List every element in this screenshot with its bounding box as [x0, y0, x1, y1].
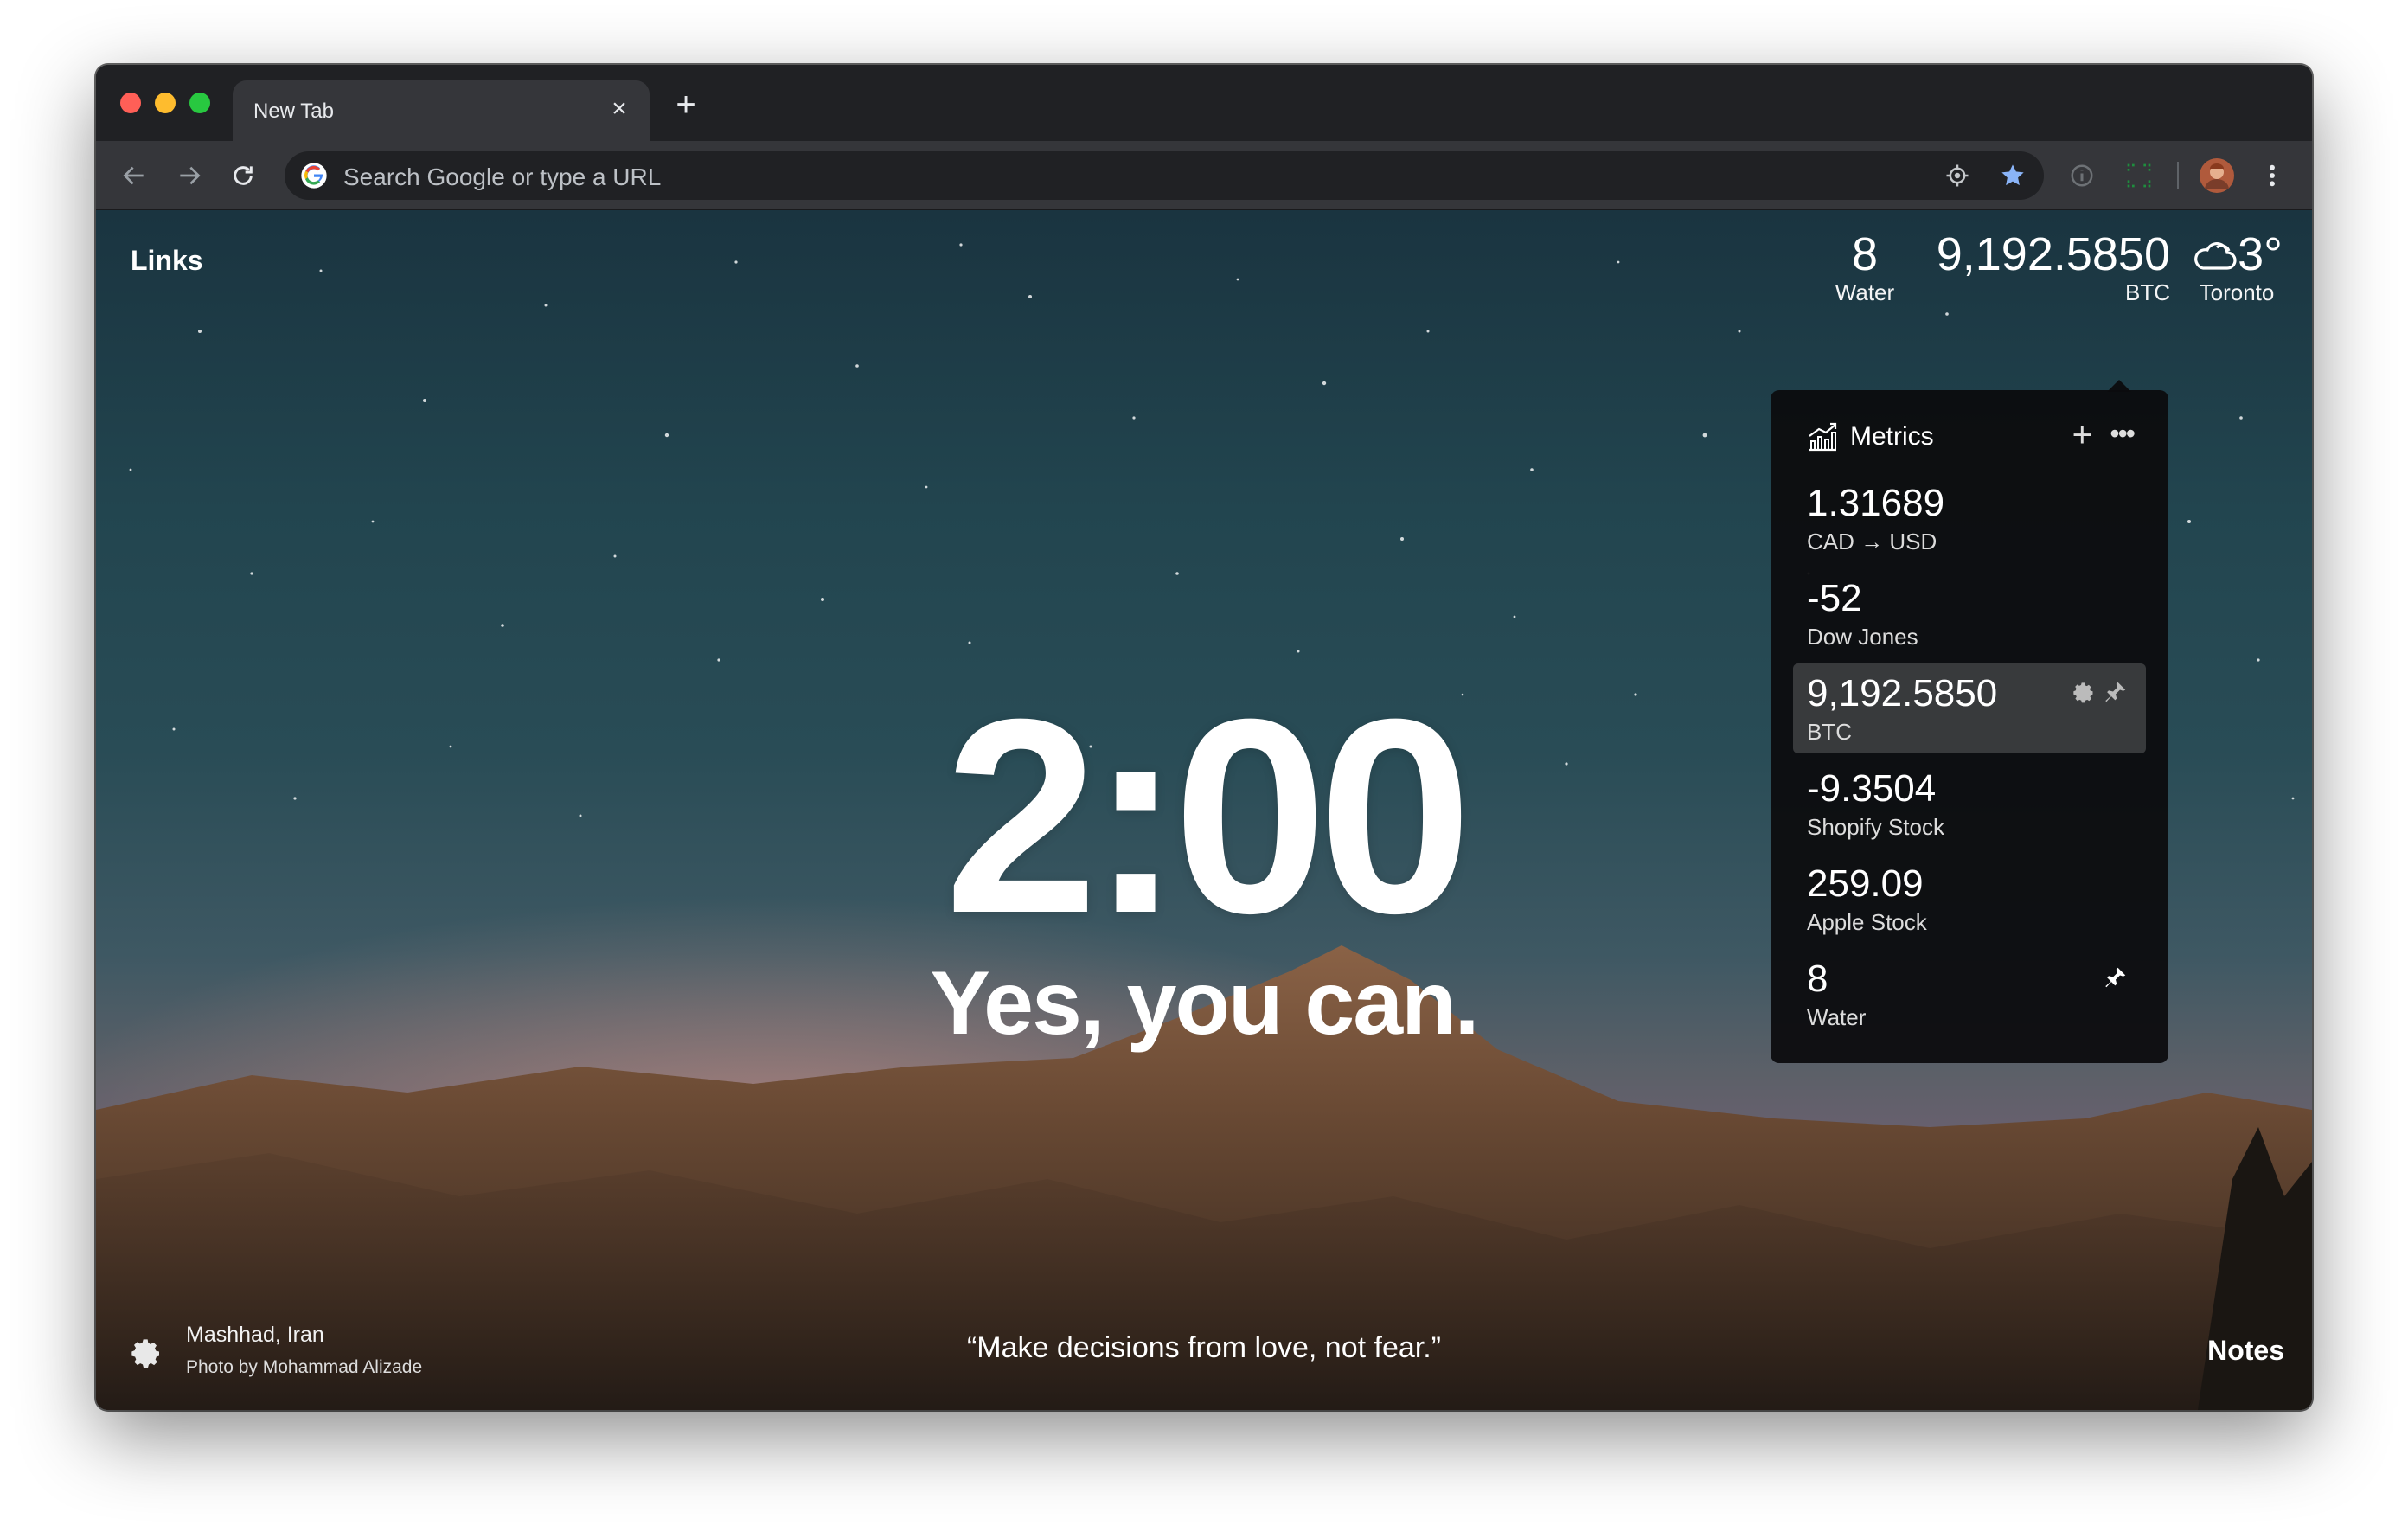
omnibox-placeholder: Search Google or type a URL — [343, 163, 662, 190]
location-icon[interactable] — [1942, 160, 1973, 191]
metric-row-cad-usd[interactable]: 1.31689 CAD → USD — [1793, 473, 2146, 563]
screenshot-extension-icon[interactable] — [2122, 158, 2156, 193]
clock[interactable]: 2:00 — [96, 677, 2312, 954]
more-options-icon[interactable]: ••• — [2110, 418, 2136, 449]
info-extension-icon[interactable] — [2065, 158, 2099, 193]
menu-kebab-icon[interactable] — [2255, 158, 2290, 193]
omnibox[interactable]: Search Google or type a URL — [285, 151, 2044, 200]
notes-button[interactable]: Notes — [2207, 1335, 2284, 1367]
tab-title: New Tab — [253, 99, 334, 123]
close-window-button[interactable] — [120, 93, 141, 113]
reload-icon[interactable] — [226, 158, 260, 193]
new-tab-button[interactable]: + — [667, 87, 705, 125]
weather-widget[interactable]: 3° Toronto — [2181, 229, 2293, 305]
tab-strip: New Tab × + — [96, 65, 2312, 141]
maximize-window-button[interactable] — [189, 93, 210, 113]
metric-value: 1.31689 — [1807, 482, 1945, 524]
metric-label: Dow Jones — [1807, 624, 1918, 650]
back-icon[interactable] — [117, 158, 151, 193]
btc-value: 9,192.5850 — [1936, 228, 2170, 280]
cloud-icon — [2194, 241, 2237, 270]
btc-label: BTC — [2125, 279, 2170, 305]
metrics-title: Metrics — [1850, 422, 1934, 451]
profile-avatar[interactable] — [2200, 158, 2234, 193]
metric-label: CAD → USD — [1807, 529, 1937, 554]
google-icon — [301, 163, 327, 189]
daily-quote[interactable]: “Make decisions from love, not fear.” — [96, 1331, 2312, 1365]
water-widget[interactable]: 8 Water — [1817, 229, 1912, 305]
weather-city: Toronto — [2199, 279, 2275, 305]
btc-widget[interactable]: 9,192.5850 BTC — [1911, 229, 2170, 305]
tab-new-tab[interactable]: New Tab × — [233, 80, 650, 141]
toolbar-divider — [2177, 162, 2179, 189]
tab-close-icon[interactable]: × — [605, 94, 634, 124]
metrics-header: Metrics — [1807, 420, 1934, 454]
metric-row-dow-jones[interactable]: -52 Dow Jones — [1793, 568, 2146, 658]
links-button[interactable]: Links — [131, 245, 203, 277]
metric-value: -52 — [1807, 577, 1862, 619]
bookmark-star-icon[interactable] — [1997, 160, 2028, 191]
forward-icon[interactable] — [172, 158, 207, 193]
add-metric-button[interactable]: + — [2072, 418, 2092, 452]
metrics-chart-icon — [1809, 422, 1837, 452]
new-tab-page: Links 8 Water 9,192.5850 BTC 3° Toronto — [96, 210, 2312, 1410]
browser-window: New Tab × + Search Google or type a URL — [96, 65, 2312, 1410]
minimize-window-button[interactable] — [155, 93, 176, 113]
water-value: 8 — [1851, 228, 1879, 280]
weather-temp: 3° — [2238, 228, 2283, 280]
mantra: Yes, you can. — [930, 953, 1480, 1054]
toolbar: Search Google or type a URL — [96, 141, 2312, 210]
water-label: Water — [1835, 279, 1895, 305]
